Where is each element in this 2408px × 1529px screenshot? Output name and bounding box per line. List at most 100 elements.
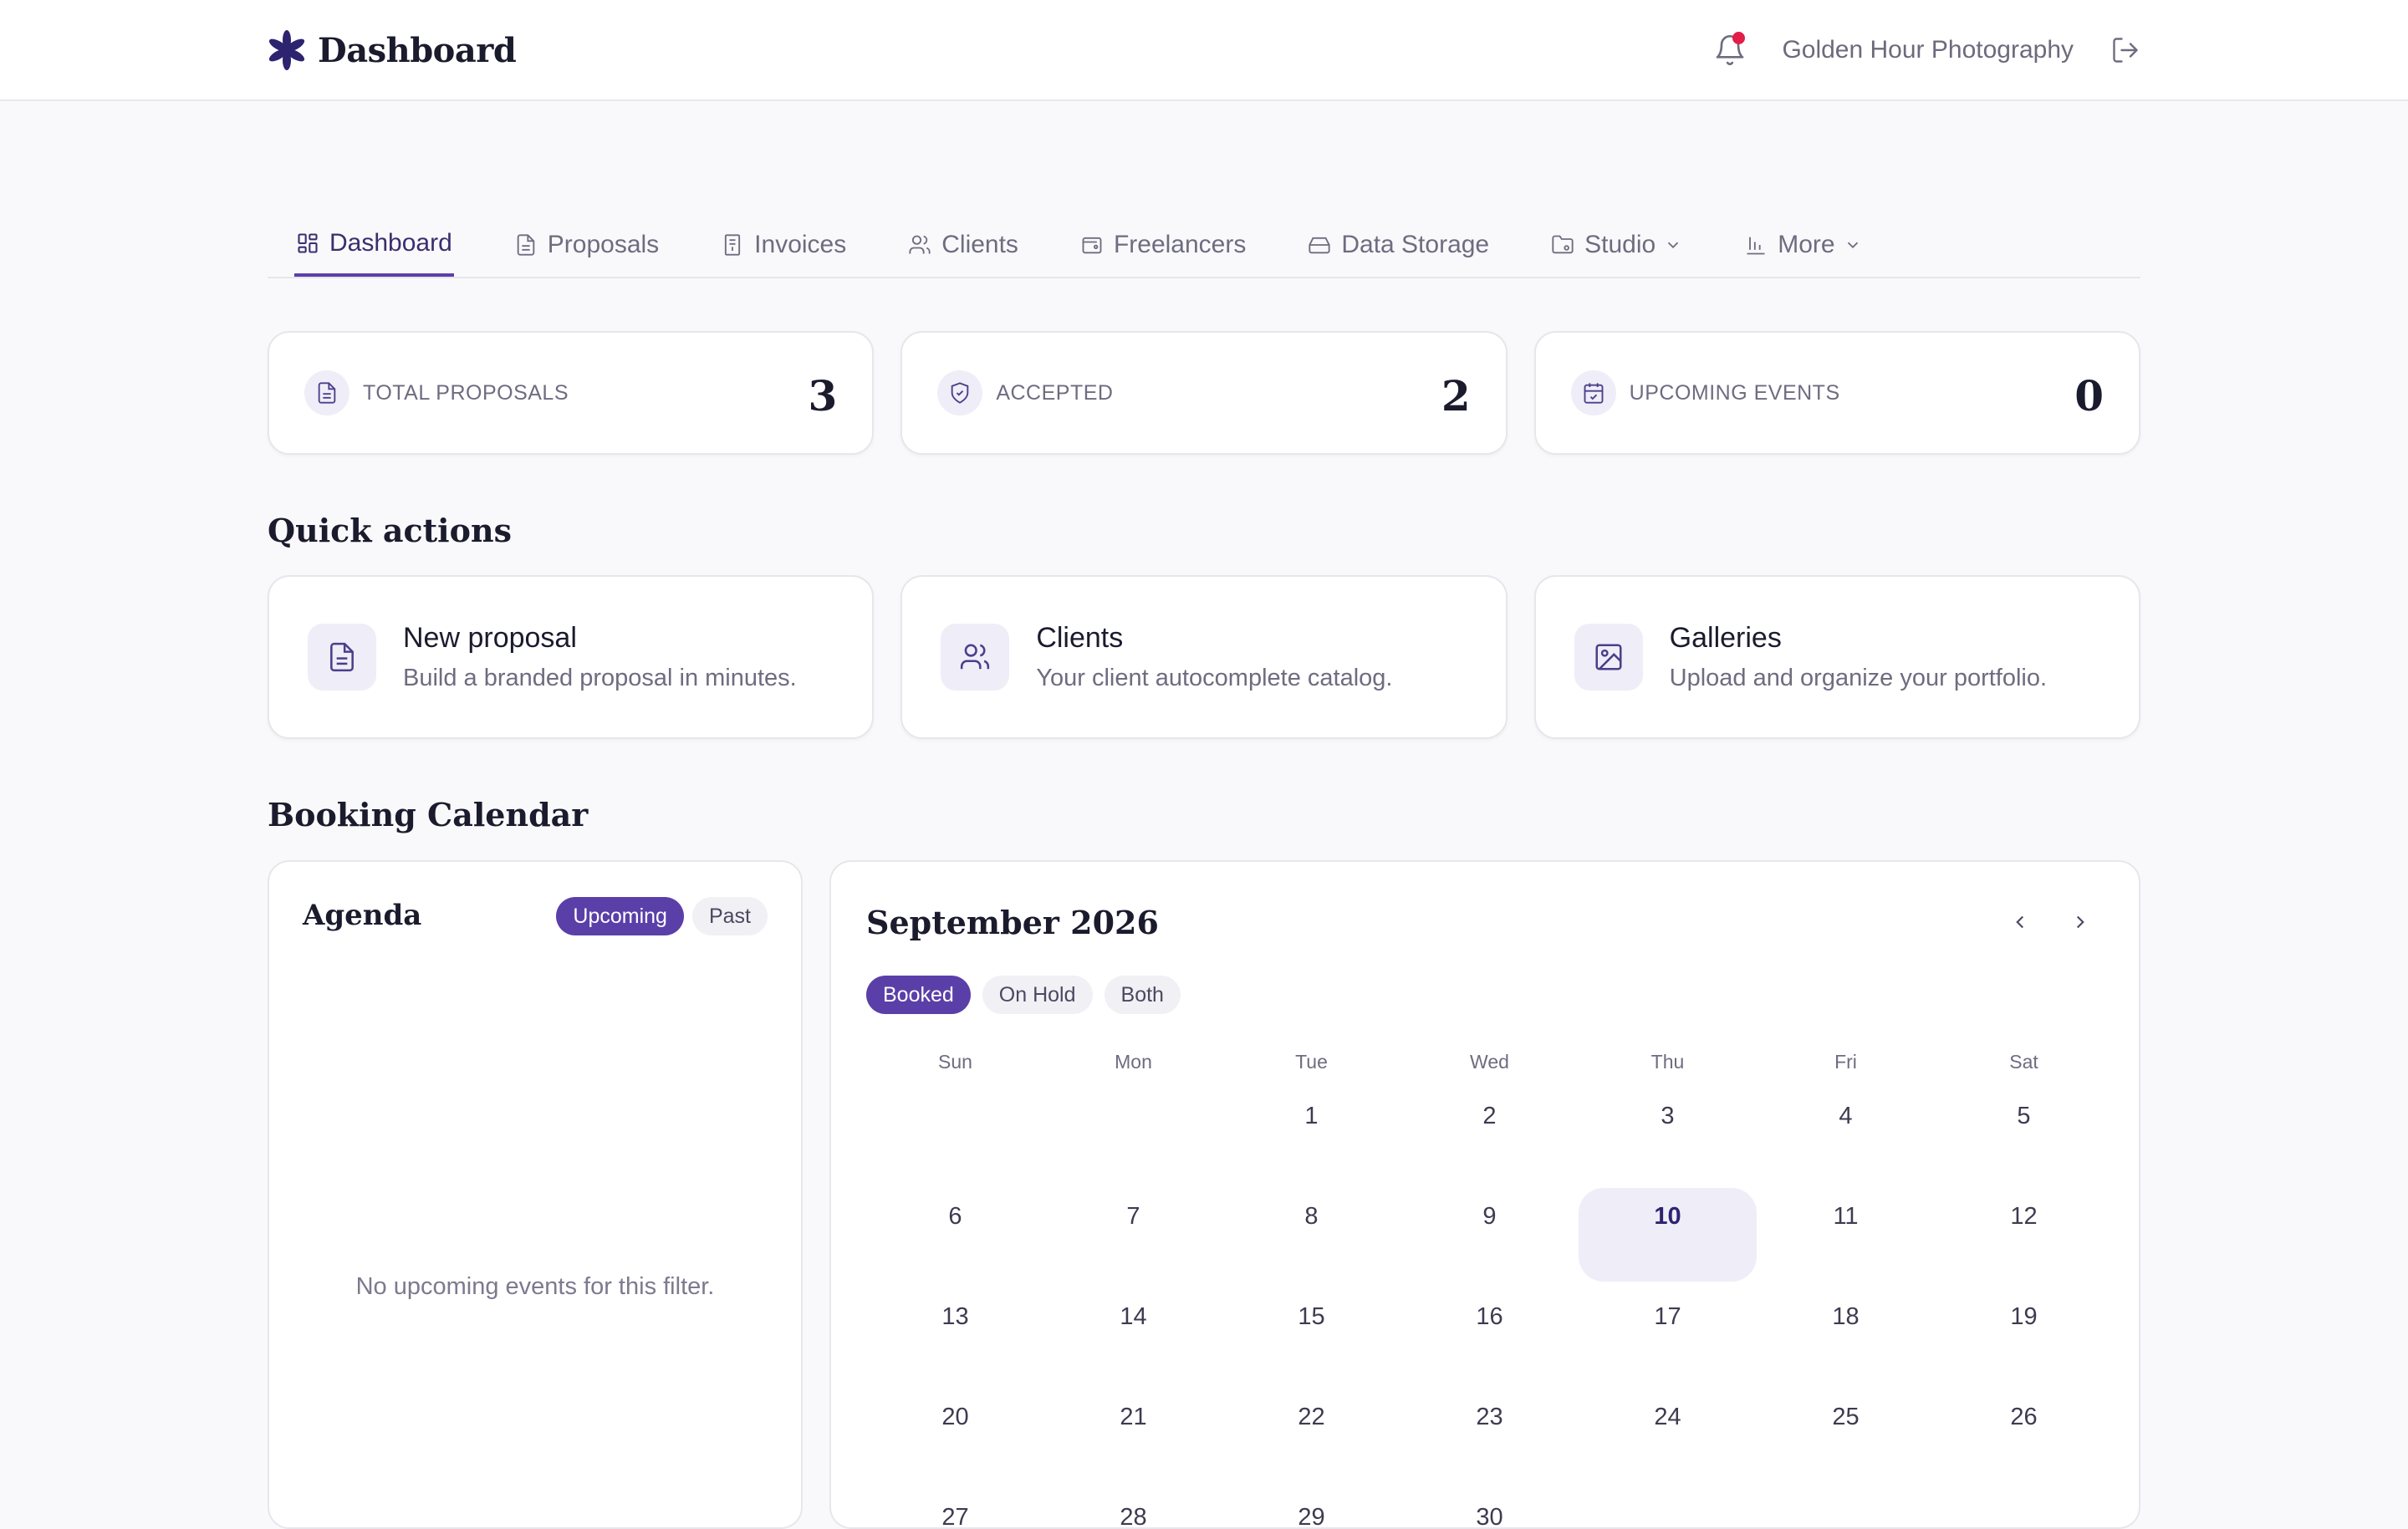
- calendar-day[interactable]: 18: [1757, 1285, 1935, 1385]
- calendar-day-number: 6: [948, 1203, 962, 1230]
- calendar-day[interactable]: 13: [866, 1285, 1044, 1385]
- calendar-day[interactable]: 4: [1757, 1084, 1935, 1185]
- calendar-nav: [2005, 907, 2095, 937]
- calendar-grid: Sun Mon Tue Wed Thu Fri Sat 1 2 3 4 5 6 7 8 9 10 11 12 13 1…: [866, 1051, 2038, 1529]
- weekday-label: Tue: [1295, 1051, 1328, 1073]
- calendar-day[interactable]: 1: [1222, 1084, 1400, 1185]
- calendar-day[interactable]: 2: [1400, 1084, 1579, 1185]
- calendar-day-number: 11: [1833, 1203, 1859, 1230]
- calendar-day[interactable]: 6: [866, 1185, 1044, 1285]
- calendar-day-empty: [1757, 1486, 1935, 1527]
- calendar-day-number: 9: [1482, 1203, 1497, 1230]
- tab-label: More: [1778, 231, 1835, 258]
- calendar-day-number: 27: [941, 1504, 969, 1529]
- calendar-day[interactable]: 7: [1044, 1185, 1222, 1285]
- calendar-day[interactable]: 3: [1579, 1084, 1757, 1185]
- notifications-button[interactable]: [1713, 32, 1747, 67]
- agenda-filter-past[interactable]: Past: [691, 897, 768, 935]
- tab-data-storage[interactable]: Data Storage: [1306, 213, 1491, 277]
- quick-action-description: Your client autocomplete catalog.: [1036, 665, 1393, 691]
- calendar-day[interactable]: 25: [1757, 1385, 1935, 1486]
- calendar-day[interactable]: 5: [1935, 1084, 2113, 1185]
- agenda-title: Agenda: [303, 899, 422, 932]
- stat-card-accepted: ACCEPTED 2: [900, 331, 1508, 455]
- calendar-day[interactable]: 14: [1044, 1285, 1222, 1385]
- chevron-down-icon: [1668, 242, 1679, 249]
- chevron-right-icon: [2076, 915, 2084, 929]
- quick-action-title: Galleries: [1669, 622, 1782, 654]
- tab-label: Data Storage: [1341, 231, 1490, 258]
- app-title: Dashboard: [318, 30, 517, 70]
- calendar-day-number: 4: [1839, 1103, 1853, 1129]
- calendar-filter-both[interactable]: Both: [1104, 976, 1181, 1014]
- calendar-filter-on-hold[interactable]: On Hold: [982, 976, 1093, 1014]
- quick-action-clients[interactable]: Clients Your client autocomplete catalog…: [900, 575, 1508, 739]
- calendar-day[interactable]: 27: [866, 1486, 1044, 1529]
- next-month-button[interactable]: [2065, 907, 2095, 937]
- calendar-day[interactable]: 16: [1400, 1285, 1579, 1385]
- quick-action-description: Upload and organize your portfolio.: [1669, 665, 2048, 691]
- calendar-day[interactable]: 8: [1222, 1185, 1400, 1285]
- tab-dashboard[interactable]: Dashboard: [294, 213, 454, 277]
- stat-card-total-proposals: TOTAL PROPOSALS 3: [268, 331, 875, 455]
- calendar-day[interactable]: 28: [1044, 1486, 1222, 1527]
- calendar-day[interactable]: 26: [1935, 1385, 2113, 1486]
- agenda-empty-message: No upcoming events for this filter.: [355, 1273, 715, 1300]
- calendar-day-number: 30: [1476, 1504, 1503, 1529]
- calendar-day-number: 25: [1832, 1404, 1860, 1430]
- calendar-day[interactable]: 30: [1400, 1486, 1579, 1529]
- brand[interactable]: Dashboard: [268, 25, 517, 75]
- calendar-day-number: 14: [1120, 1303, 1147, 1330]
- weekday-label: Sat: [2009, 1051, 2038, 1073]
- tab-invoices[interactable]: Invoices: [719, 213, 848, 277]
- tab-clients[interactable]: Clients: [906, 213, 1020, 277]
- shield-check-icon: [937, 370, 983, 415]
- calendar-day[interactable]: 20: [866, 1385, 1044, 1486]
- logout-icon[interactable]: [2110, 35, 2140, 65]
- quick-action-galleries[interactable]: Galleries Upload and organize your portf…: [1533, 575, 2140, 739]
- quick-action-description: Build a branded proposal in minutes.: [403, 665, 797, 691]
- weekday-label: Fri: [1834, 1051, 1857, 1073]
- wallet-icon: [1082, 237, 1102, 254]
- calendar-day[interactable]: 19: [1935, 1285, 2113, 1385]
- folder-settings-icon: [1552, 235, 1574, 254]
- chevron-down-icon: [1847, 242, 1858, 249]
- image-icon: [1574, 624, 1643, 691]
- tab-studio[interactable]: Studio: [1549, 213, 1684, 277]
- calendar-day[interactable]: 24: [1579, 1385, 1757, 1486]
- dashboard-grid-icon: [298, 233, 318, 253]
- calendar-day-empty: [866, 1084, 1044, 1185]
- calendar-day-number: 8: [1304, 1203, 1319, 1230]
- calendar-panel: September 2026 Booked On Hold Both Sun Mo…: [829, 860, 2140, 1529]
- calendar-day[interactable]: 21: [1044, 1385, 1222, 1486]
- flower-logo-icon: [268, 30, 305, 70]
- calendar-day[interactable]: 17: [1579, 1285, 1757, 1385]
- tab-proposals[interactable]: Proposals: [513, 213, 661, 277]
- bar-chart-icon: [1747, 237, 1765, 255]
- calendar-week-row: 20 21 22 23 24 25 26: [866, 1385, 2037, 1486]
- stat-value: 3: [808, 371, 838, 420]
- users-icon: [941, 624, 1010, 691]
- calendar-day[interactable]: 29: [1222, 1486, 1400, 1529]
- quick-action-new-proposal[interactable]: New proposal Build a branded proposal in…: [268, 575, 875, 739]
- quick-action-title: Clients: [1036, 622, 1124, 654]
- calendar-day[interactable]: 22: [1222, 1385, 1400, 1486]
- previous-month-button[interactable]: [2005, 907, 2035, 937]
- user-name[interactable]: Golden Hour Photography: [1782, 36, 2074, 64]
- receipt-icon: [725, 234, 741, 256]
- calendar-day[interactable]: 10: [1579, 1185, 1757, 1285]
- calendar-filter-booked[interactable]: Booked: [866, 976, 971, 1014]
- calendar-day[interactable]: 23: [1400, 1385, 1579, 1486]
- calendar-day-number: 15: [1298, 1303, 1325, 1330]
- tab-freelancers[interactable]: Freelancers: [1079, 213, 1247, 277]
- tab-more[interactable]: More: [1742, 213, 1863, 277]
- calendar-day[interactable]: 12: [1935, 1185, 2113, 1285]
- calendar-day[interactable]: 11: [1757, 1185, 1935, 1285]
- calendar-day[interactable]: 9: [1400, 1185, 1579, 1285]
- agenda-filter-upcoming[interactable]: Upcoming: [556, 897, 684, 935]
- calendar-day-number: 29: [1298, 1504, 1325, 1529]
- main-nav-tabs: Dashboard Proposals Invoices Clients Fre…: [268, 213, 2140, 278]
- calendar-day[interactable]: 15: [1222, 1285, 1400, 1385]
- calendar-day-number: 20: [941, 1404, 969, 1430]
- stats-row: TOTAL PROPOSALS 3 ACCEPTED 2 UPCOMING EV…: [268, 331, 2140, 455]
